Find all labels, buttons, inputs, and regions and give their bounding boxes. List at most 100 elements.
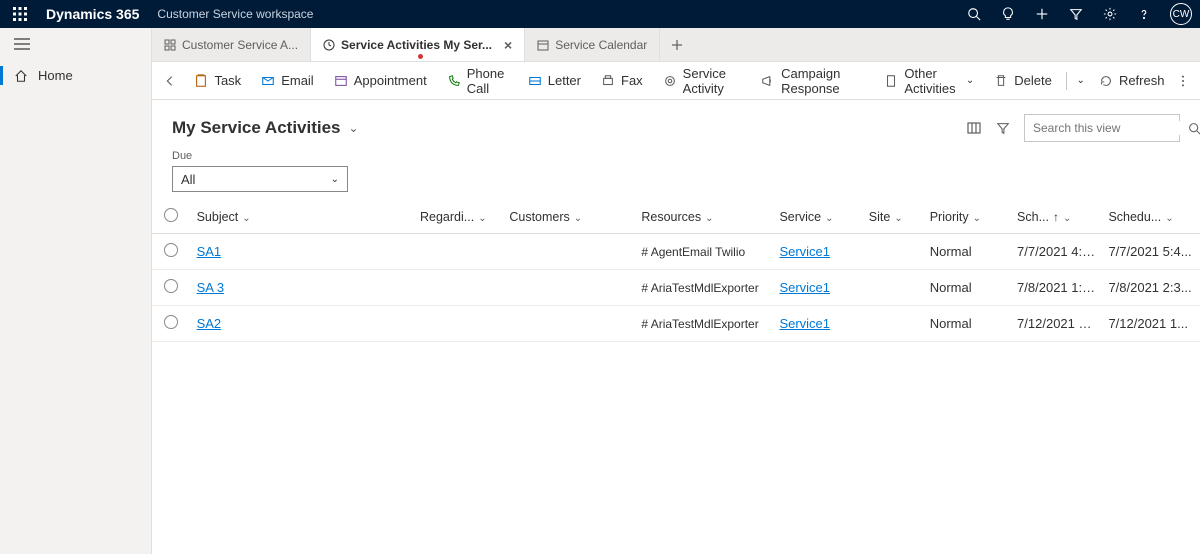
cell-resources: # AgentEmail Twilio — [635, 234, 773, 270]
chevron-down-icon: ⌄ — [331, 174, 339, 185]
subject-link[interactable]: SA1 — [197, 244, 222, 259]
tab-service-calendar[interactable]: Service Calendar — [525, 28, 660, 61]
row-select[interactable] — [152, 270, 191, 306]
lightbulb-icon[interactable] — [1000, 6, 1016, 22]
tab-customer-service[interactable]: Customer Service A... — [152, 28, 311, 61]
cell-service: Service1 — [773, 306, 862, 342]
chevron-down-icon: ⌄ — [1063, 213, 1071, 224]
cmd-label: Service Activity — [683, 66, 741, 96]
cmd-letter[interactable]: Letter — [518, 62, 591, 99]
col-label: Sch... — [1017, 210, 1049, 224]
nav-toggle-icon[interactable] — [0, 28, 151, 60]
radio-icon — [164, 243, 178, 257]
col-header-subject[interactable]: Subject⌄ — [191, 200, 414, 234]
cmd-fax[interactable]: Fax — [591, 62, 653, 99]
col-header-service[interactable]: Service⌄ — [773, 200, 862, 234]
cell-resources: # AriaTestMdlExporter — [635, 270, 773, 306]
chevron-down-icon: ⌄ — [894, 213, 902, 224]
close-icon[interactable]: × — [504, 37, 512, 53]
search-icon[interactable] — [966, 6, 982, 22]
filter-area: Due All ⌄ — [152, 150, 1200, 200]
subject-link[interactable]: SA 3 — [197, 280, 224, 295]
col-header-customers[interactable]: Customers⌄ — [503, 200, 635, 234]
col-header-priority[interactable]: Priority⌄ — [924, 200, 1011, 234]
cell-site — [863, 306, 924, 342]
add-tab-button[interactable] — [660, 28, 694, 61]
more-commands-button[interactable] — [1174, 74, 1192, 88]
cell-subject: SA 3 — [191, 270, 414, 306]
nav-home[interactable]: Home — [0, 60, 151, 91]
brand-label[interactable]: Dynamics 365 — [46, 6, 139, 22]
cell-site — [863, 234, 924, 270]
cmd-label: Fax — [621, 73, 643, 88]
edit-columns-icon[interactable] — [966, 120, 982, 136]
filter-icon[interactable] — [1068, 6, 1084, 22]
cell-service: Service1 — [773, 270, 862, 306]
search-this-view[interactable] — [1024, 114, 1180, 142]
view-title[interactable]: My Service Activities — [172, 118, 341, 138]
app-launcher-icon[interactable] — [8, 2, 32, 26]
cmd-refresh[interactable]: Refresh — [1089, 62, 1175, 99]
service-link[interactable]: Service1 — [779, 280, 830, 295]
cell-regarding — [414, 234, 503, 270]
chevron-down-icon: ⌄ — [966, 75, 974, 86]
nav-home-label: Home — [38, 68, 73, 83]
cell-subject: SA2 — [191, 306, 414, 342]
radio-icon — [164, 208, 178, 222]
service-link[interactable]: Service1 — [779, 316, 830, 331]
clipboard-icon — [884, 74, 898, 88]
col-header-select[interactable] — [152, 200, 191, 234]
search-input[interactable] — [1033, 121, 1188, 135]
table-row[interactable]: SA 3# AriaTestMdlExporterService1Normal7… — [152, 270, 1200, 306]
cell-sched-end: 7/12/2021 1... — [1102, 306, 1200, 342]
col-header-sched-end[interactable]: Schedu...⌄ — [1102, 200, 1200, 234]
chevron-down-icon: ⌄ — [1077, 75, 1085, 86]
tab-label: Service Activities My Ser... — [341, 38, 492, 52]
filter-icon[interactable] — [996, 121, 1010, 135]
cmd-label: Appointment — [354, 73, 427, 88]
cell-service: Service1 — [773, 234, 862, 270]
cell-site — [863, 270, 924, 306]
row-select[interactable] — [152, 234, 191, 270]
tab-service-activities[interactable]: Service Activities My Ser... × — [311, 28, 525, 61]
help-icon[interactable] — [1136, 6, 1152, 22]
col-header-resources[interactable]: Resources ⌄ — [635, 200, 773, 234]
chevron-down-icon: ⌄ — [705, 213, 713, 224]
subject-link[interactable]: SA2 — [197, 316, 222, 331]
col-header-regarding[interactable]: Regardi... ⌄ — [414, 200, 503, 234]
col-label: Service — [779, 210, 821, 224]
cmd-phone-call[interactable]: Phone Call — [437, 62, 518, 99]
col-label: Regardi... — [420, 210, 474, 224]
chevron-down-icon: ⌄ — [478, 213, 486, 224]
cell-sched-end: 7/8/2021 2:3... — [1102, 270, 1200, 306]
cell-resources: # AriaTestMdlExporter — [635, 306, 773, 342]
main-area: Customer Service A... Service Activities… — [152, 28, 1200, 554]
cmd-service-activity[interactable]: Service Activity — [653, 62, 751, 99]
trash-icon — [994, 74, 1008, 88]
col-label: Subject — [197, 210, 239, 224]
separator — [1066, 72, 1067, 90]
plus-icon[interactable] — [1034, 6, 1050, 22]
cmd-campaign-response[interactable]: Campaign Response — [751, 62, 874, 99]
table-row[interactable]: SA2# AriaTestMdlExporterService1Normal7/… — [152, 306, 1200, 342]
service-link[interactable]: Service1 — [779, 244, 830, 259]
col-header-site[interactable]: Site⌄ — [863, 200, 924, 234]
table-row[interactable]: SA1# AgentEmail TwilioService1Normal7/7/… — [152, 234, 1200, 270]
back-button[interactable] — [160, 67, 180, 95]
filter-due-select[interactable]: All ⌄ — [172, 166, 348, 192]
col-header-sched-start[interactable]: Sch...↑⌄ — [1011, 200, 1102, 234]
cmd-task[interactable]: Task — [184, 62, 251, 99]
search-icon[interactable] — [1188, 122, 1200, 135]
cmd-appointment[interactable]: Appointment — [324, 62, 437, 99]
chevron-down-icon: ⌄ — [574, 213, 582, 224]
service-icon — [663, 74, 677, 88]
cmd-other-activities[interactable]: Other Activities⌄ — [874, 62, 984, 99]
col-label: Resources — [641, 210, 701, 224]
avatar[interactable]: CW — [1170, 3, 1192, 25]
cmd-delete-dropdown[interactable]: ⌄ — [1071, 62, 1089, 99]
cmd-email[interactable]: Email — [251, 62, 324, 99]
gear-icon[interactable] — [1102, 6, 1118, 22]
row-select[interactable] — [152, 306, 191, 342]
chevron-down-icon[interactable]: ⌄ — [349, 121, 359, 135]
cmd-delete[interactable]: Delete — [984, 62, 1062, 99]
